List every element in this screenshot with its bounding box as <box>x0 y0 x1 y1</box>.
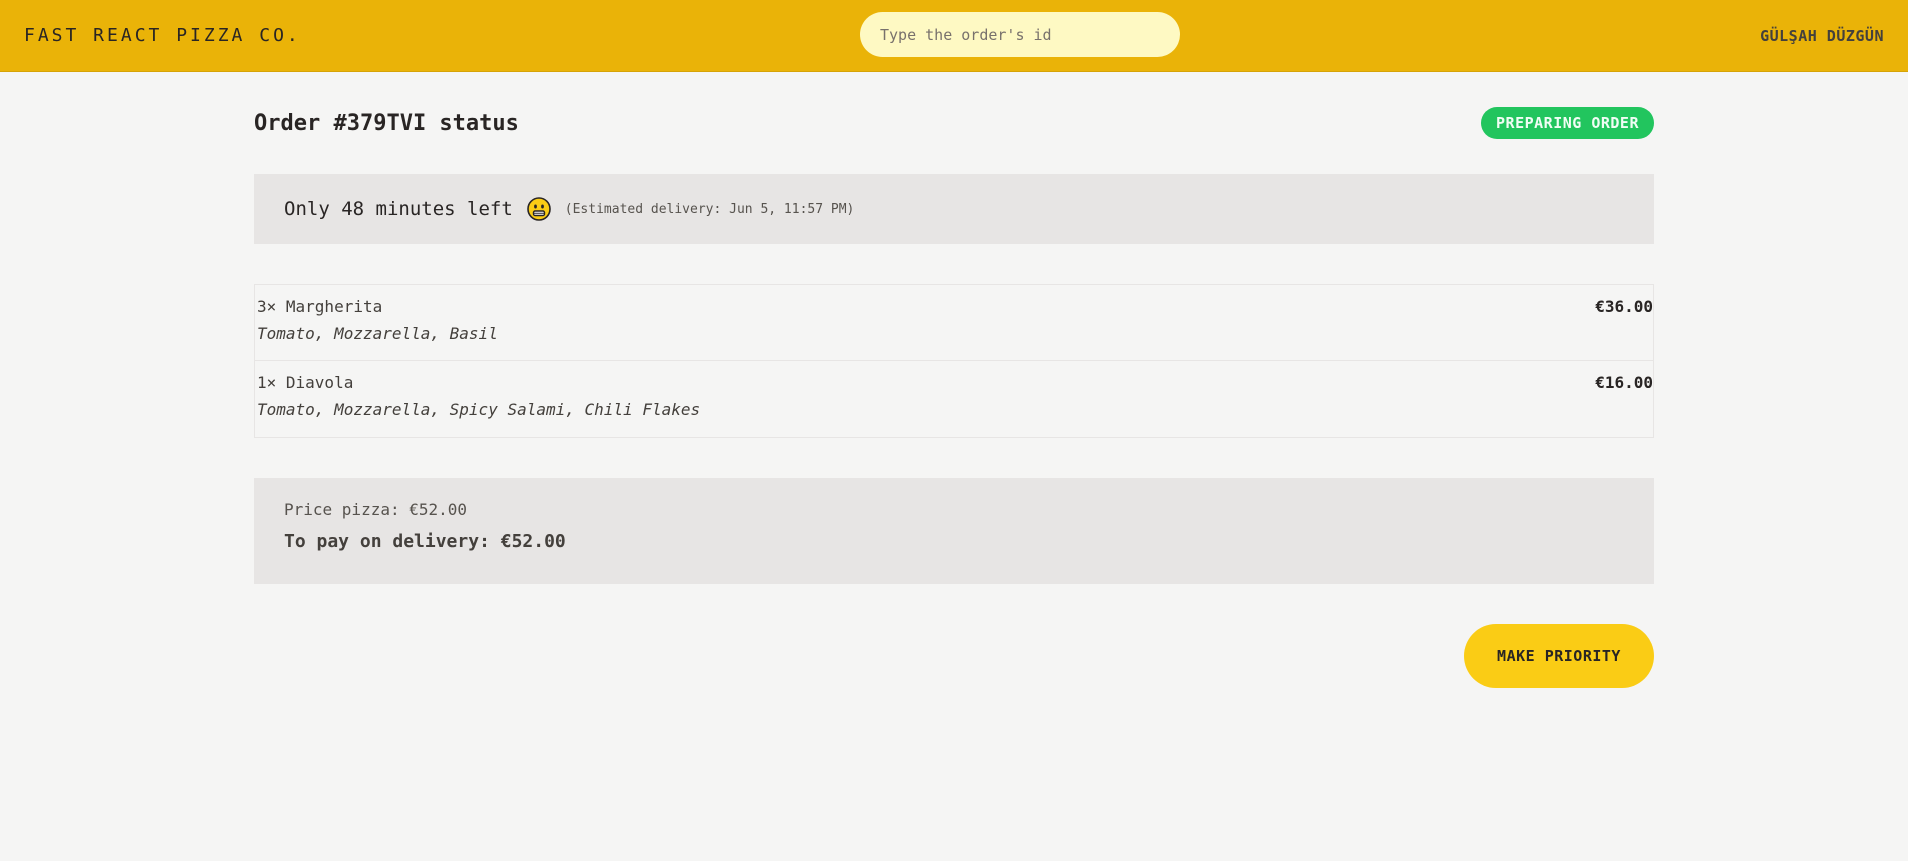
delivery-eta-panel: Only 48 minutes left (Estimated delivery… <box>254 174 1654 244</box>
status-badge: PREPARING ORDER <box>1481 107 1654 139</box>
order-title-row: Order #379TVI status PREPARING ORDER <box>254 106 1654 140</box>
order-totals-panel: Price pizza: €52.00 To pay on delivery: … <box>254 478 1654 584</box>
item-ingredients: Tomato, Mozzarella, Basil <box>257 324 498 343</box>
list-item: 3× Margherita €36.00 Tomato, Mozzarella,… <box>255 285 1653 361</box>
item-price: €16.00 <box>1595 373 1653 392</box>
item-ingredients: Tomato, Mozzarella, Spicy Salami, Chili … <box>257 400 701 419</box>
price-pizza: Price pizza: €52.00 <box>284 500 468 519</box>
grinning-face-emoji-icon <box>526 197 551 221</box>
page-title: Order #379TVI status <box>254 110 519 136</box>
item-header: 3× Margherita €36.00 <box>257 297 1653 316</box>
order-actions: MAKE PRIORITY <box>254 624 1654 688</box>
app-header: Fast React Pizza Co. GÜLŞAH DÜZGÜN <box>0 0 1908 72</box>
to-pay-on-delivery: To pay on delivery: €52.00 <box>284 531 566 552</box>
item-price: €36.00 <box>1595 297 1653 316</box>
order-search <box>860 12 1180 57</box>
order-page: Order #379TVI status PREPARING ORDER Onl… <box>254 72 1654 688</box>
make-priority-button[interactable]: MAKE PRIORITY <box>1464 624 1654 688</box>
item-qty-name: 3× Margherita <box>257 297 383 316</box>
order-items-list: 3× Margherita €36.00 Tomato, Mozzarella,… <box>254 284 1654 438</box>
item-header: 1× Diavola €16.00 <box>257 373 1653 392</box>
estimated-delivery-text: (Estimated delivery: Jun 5, 11:57 PM) <box>564 201 855 217</box>
eta-minutes-left: Only 48 minutes left <box>284 198 513 220</box>
order-search-input[interactable] <box>860 12 1180 57</box>
list-item: 1× Diavola €16.00 Tomato, Mozzarella, Sp… <box>255 361 1653 437</box>
username: GÜLŞAH DÜZGÜN <box>1760 26 1884 45</box>
item-qty-name: 1× Diavola <box>257 373 354 392</box>
app-logo[interactable]: Fast React Pizza Co. <box>24 25 301 46</box>
